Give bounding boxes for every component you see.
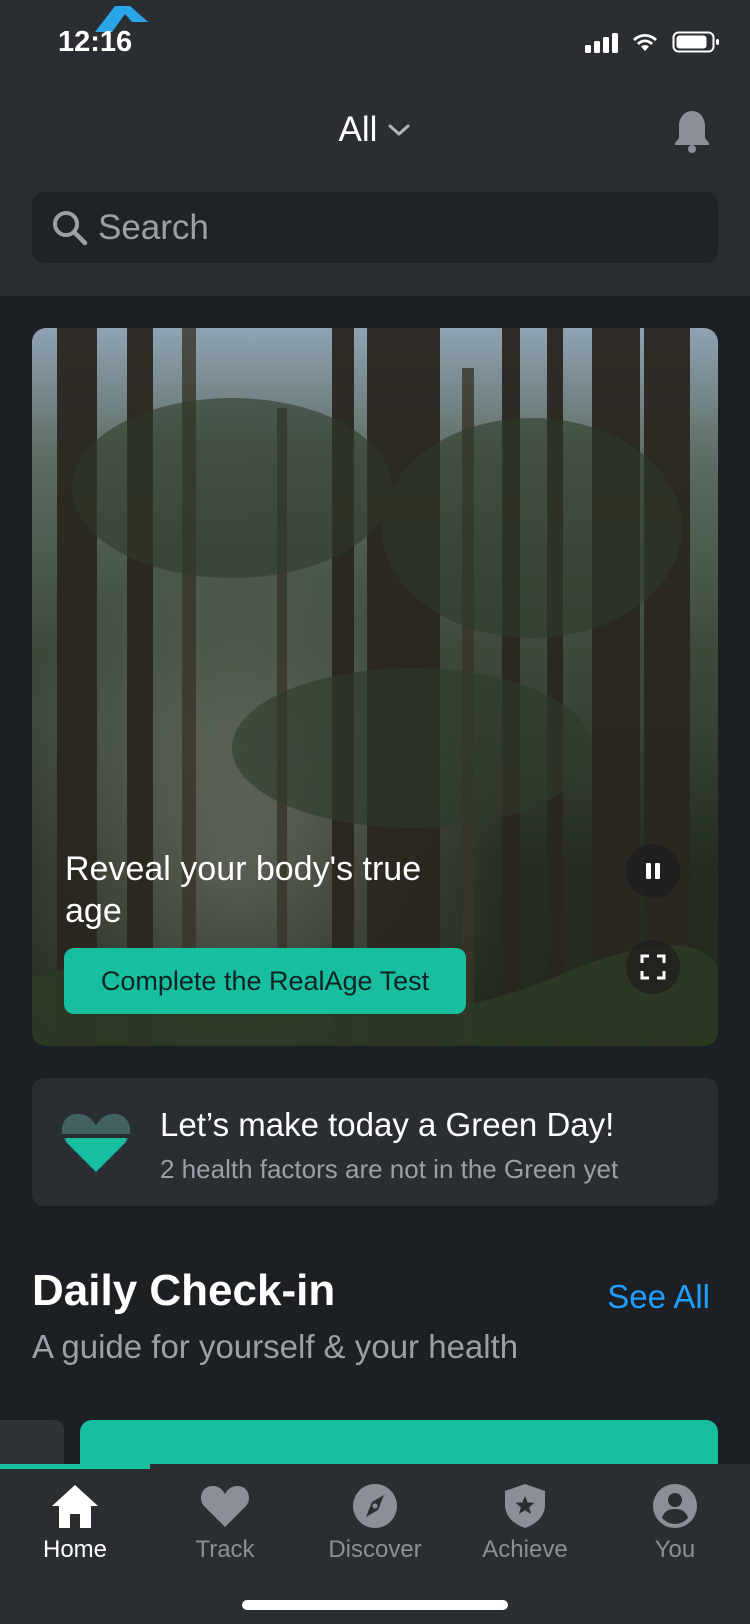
tab-indicator bbox=[0, 1464, 150, 1469]
tab-track[interactable]: Track bbox=[150, 1482, 300, 1564]
filter-label: All bbox=[338, 110, 378, 149]
forest-image bbox=[32, 328, 718, 1046]
checkin-card[interactable] bbox=[80, 1420, 718, 1466]
green-day-subtitle: 2 health factors are not in the Green ye… bbox=[160, 1154, 619, 1184]
status-bar: 12:16 bbox=[0, 0, 750, 90]
daily-checkin-subtitle: A guide for yourself & your health bbox=[32, 1328, 519, 1365]
home-indicator bbox=[242, 1600, 508, 1610]
pause-button[interactable] bbox=[626, 844, 680, 898]
green-day-card[interactable]: Let’s make today a Green Day! 2 health f… bbox=[32, 1078, 718, 1206]
checkin-card-previous[interactable] bbox=[0, 1420, 64, 1466]
hero-card[interactable]: Reveal your body's true age Complete the… bbox=[32, 328, 718, 1046]
tab-discover[interactable]: Discover bbox=[300, 1482, 450, 1564]
realage-test-button[interactable]: Complete the RealAge Test bbox=[64, 948, 466, 1014]
green-day-title: Let’s make today a Green Day! bbox=[160, 1106, 615, 1143]
search-input[interactable]: Search bbox=[32, 192, 718, 263]
chevron-down-icon bbox=[388, 124, 410, 136]
hero-title: Reveal your body's true age bbox=[65, 850, 422, 930]
home-icon bbox=[52, 1485, 98, 1528]
heart-icon bbox=[60, 1110, 132, 1179]
tab-label-home: Home bbox=[42, 1536, 108, 1563]
fullscreen-button[interactable] bbox=[626, 940, 680, 994]
shield-star-icon bbox=[505, 1484, 545, 1528]
daily-checkin-title: Daily Check-in bbox=[32, 1266, 336, 1315]
status-icons bbox=[585, 30, 720, 54]
header: All bbox=[0, 100, 750, 170]
tab-label-you: You bbox=[654, 1536, 696, 1563]
tab-label-track: Track bbox=[195, 1536, 255, 1563]
wifi-icon bbox=[633, 34, 657, 51]
bell-icon bbox=[675, 111, 709, 153]
status-time: 12:16 bbox=[58, 26, 133, 58]
user-icon bbox=[653, 1484, 697, 1528]
tab-home[interactable]: Home bbox=[0, 1482, 150, 1564]
search-placeholder: Search bbox=[98, 207, 209, 247]
tab-label-achieve: Achieve bbox=[482, 1536, 568, 1563]
pause-icon bbox=[646, 863, 660, 879]
tab-label-discover: Discover bbox=[328, 1536, 422, 1563]
bell-button[interactable] bbox=[672, 108, 712, 159]
tab-achieve[interactable]: Achieve bbox=[450, 1482, 600, 1564]
heart-icon bbox=[201, 1486, 249, 1527]
filter-dropdown[interactable]: All bbox=[0, 110, 750, 150]
fullscreen-icon bbox=[640, 954, 666, 980]
battery-icon bbox=[672, 31, 719, 53]
compass-icon bbox=[353, 1484, 397, 1528]
see-all-link[interactable]: See All bbox=[607, 1278, 710, 1316]
search-icon bbox=[53, 210, 88, 245]
cellular-signal-icon bbox=[585, 31, 618, 53]
tab-you[interactable]: You bbox=[600, 1482, 750, 1564]
